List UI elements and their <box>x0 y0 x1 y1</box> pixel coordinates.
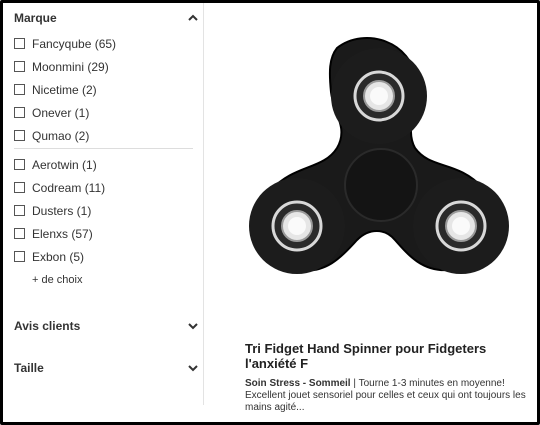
fidget-spinner-icon <box>249 37 509 274</box>
brand-option-label: Nicetime (2) <box>32 82 97 97</box>
brand-option[interactable]: Dusters (1) <box>14 199 194 222</box>
filter-sidebar: Marque Fancyqube (65) Moonmini (29) Nice… <box>3 3 204 405</box>
brand-option[interactable]: Codream (11) <box>14 176 194 199</box>
chevron-down-icon[interactable] <box>187 362 199 374</box>
brand-option-label: Qumao (2) <box>32 128 90 143</box>
brand-option[interactable]: Fancyqube (65) <box>14 32 194 55</box>
checkbox[interactable] <box>14 84 25 95</box>
more-brands-link[interactable]: + de choix <box>32 274 82 286</box>
size-filter-header[interactable]: Taille <box>14 361 199 375</box>
checkbox[interactable] <box>14 61 25 72</box>
checkbox[interactable] <box>14 159 25 170</box>
brand-option-label: Dusters (1) <box>32 203 92 218</box>
reviews-filter-title: Avis clients <box>14 319 81 333</box>
brand-option-label: Codream (11) <box>32 180 106 195</box>
brand-option[interactable]: Nicetime (2) <box>14 78 194 101</box>
brand-option-label: Onever (1) <box>32 105 90 120</box>
brand-option[interactable]: Moonmini (29) <box>14 55 194 78</box>
brand-option[interactable]: Aerotwin (1) <box>14 153 194 176</box>
checkbox[interactable] <box>14 38 25 49</box>
brand-option-label: Fancyqube (65) <box>32 36 117 51</box>
checkbox[interactable] <box>14 182 25 193</box>
brand-option[interactable]: Elenxs (57) <box>14 222 194 245</box>
product-description: Soin Stress - Sommeil | Tourne 1-3 minut… <box>245 378 527 414</box>
reviews-filter-header[interactable]: Avis clients <box>14 319 199 333</box>
chevron-down-icon[interactable] <box>187 320 199 332</box>
checkbox[interactable] <box>14 205 25 216</box>
brand-option[interactable]: Onever (1) <box>14 101 194 124</box>
brand-filter-title: Marque <box>14 11 57 25</box>
brand-option-label: Aerotwin (1) <box>32 157 97 172</box>
brand-list-top: Fancyqube (65) Moonmini (29) Nicetime (2… <box>14 32 194 147</box>
product-title[interactable]: Tri Fidget Hand Spinner pour Fidgeters l… <box>245 341 520 371</box>
brand-list-bottom: Aerotwin (1) Codream (11) Dusters (1) El… <box>14 153 194 268</box>
product-desc-highlight: Soin Stress - Sommeil <box>245 378 351 389</box>
brand-option[interactable]: Exbon (5) <box>14 245 194 268</box>
chevron-up-icon[interactable] <box>187 12 199 24</box>
brand-option[interactable]: Qumao (2) <box>14 124 194 147</box>
size-filter-title: Taille <box>14 361 44 375</box>
checkbox[interactable] <box>14 251 25 262</box>
product-image[interactable] <box>245 20 515 285</box>
checkbox[interactable] <box>14 107 25 118</box>
checkbox[interactable] <box>14 228 25 239</box>
brand-filter-header[interactable]: Marque <box>14 11 199 25</box>
checkbox[interactable] <box>14 130 25 141</box>
brand-option-label: Moonmini (29) <box>32 59 109 74</box>
brand-option-label: Exbon (5) <box>32 249 85 264</box>
brand-option-label: Elenxs (57) <box>32 226 93 241</box>
divider <box>14 148 193 149</box>
